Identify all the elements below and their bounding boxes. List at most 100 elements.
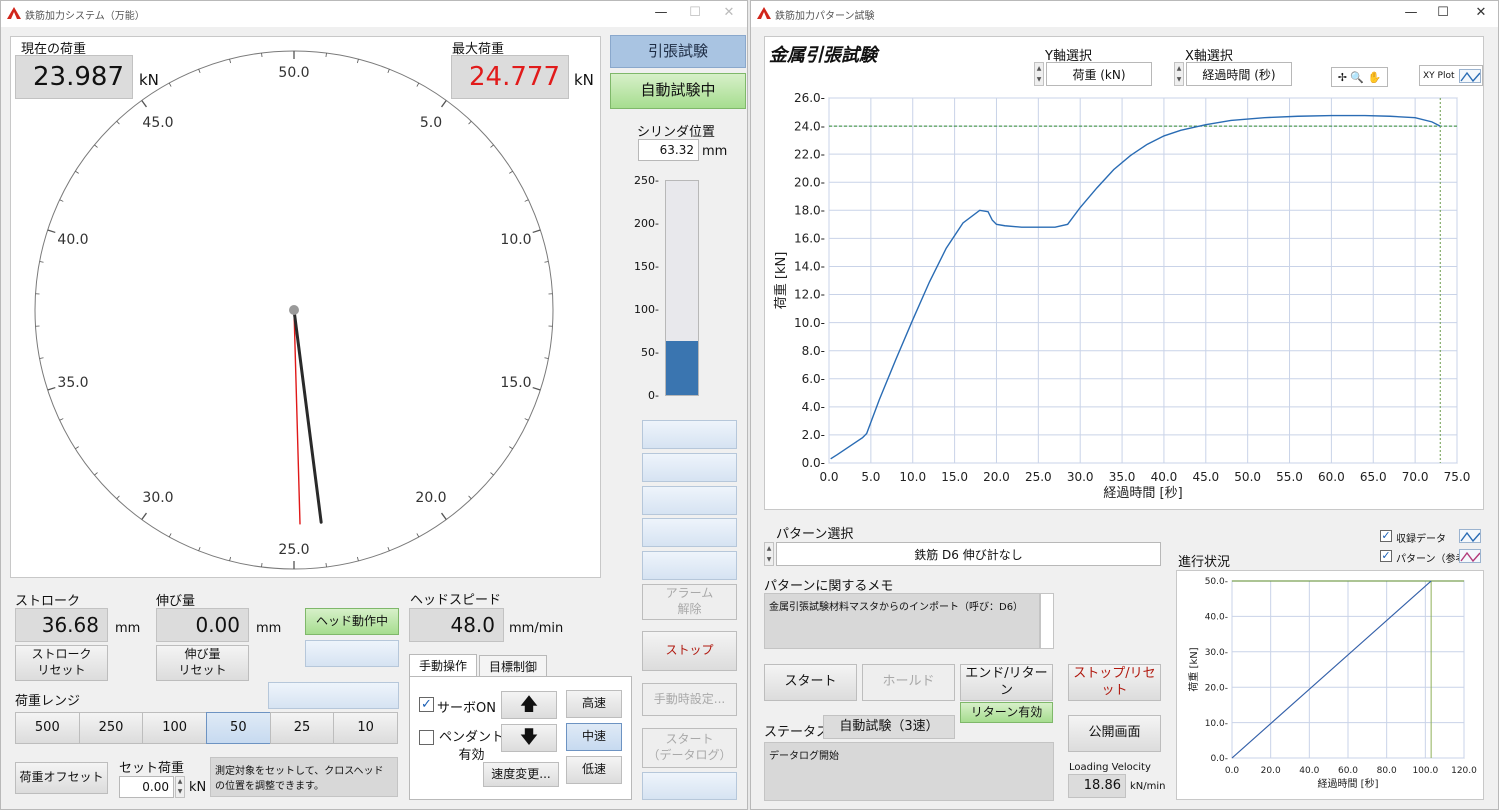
- blank-button-7[interactable]: [305, 640, 399, 667]
- set-load-spinner[interactable]: ▲ ▼: [175, 776, 185, 798]
- end-return-button[interactable]: エンド/リターン: [960, 664, 1053, 701]
- gauge-tick: [524, 199, 529, 202]
- blank-button-4[interactable]: [642, 518, 737, 547]
- speed-high-button[interactable]: 高速: [566, 690, 622, 718]
- legend-recorded-checkbox[interactable]: ✓: [1380, 530, 1392, 542]
- blank-button-3[interactable]: [642, 486, 737, 515]
- gauge-tick: [168, 82, 172, 87]
- x-tick-label: 50.0: [1234, 470, 1261, 484]
- x-tick-label: 35.0: [1109, 470, 1136, 484]
- gauge-label-top: 50.0: [278, 65, 310, 81]
- gauge-tick: [544, 261, 549, 263]
- gauge-tick: [59, 199, 64, 202]
- maximize-icon[interactable]: ☐: [1428, 4, 1458, 24]
- y-tick-label: 24.0-: [794, 119, 825, 133]
- gauge-tick: [490, 472, 494, 476]
- app-logo-icon: [7, 7, 21, 19]
- gauge-tick: [357, 59, 359, 64]
- progress-chart-panel: 0.0 20.0 40.0 60.0 80.0 100.0 120.0 0.0- 10.0- 20…: [1176, 570, 1484, 800]
- cylinder-scale-label: 250-: [634, 174, 659, 187]
- main-chart-panel: 金属引張試験 Y軸選択 ▲ ▼ 荷重 (kN) X軸選択 ▲ ▼ 経過時間 (秒) …: [764, 36, 1484, 510]
- load-offset-button[interactable]: 荷重オフセット: [15, 762, 108, 794]
- blank-button-1[interactable]: [642, 420, 737, 449]
- auto-test-button[interactable]: 自動試験中: [610, 73, 746, 109]
- pattern-select[interactable]: 鉄筋 D6 伸び計なし: [776, 542, 1161, 566]
- move-down-button[interactable]: 🡇: [501, 724, 557, 752]
- gauge-tick: [416, 82, 420, 87]
- pattern-select-spinner[interactable]: ▲ ▼: [764, 542, 774, 566]
- load-range-option-25[interactable]: 25: [269, 712, 335, 744]
- move-up-button[interactable]: 🡅: [501, 691, 557, 719]
- start-datalog-button[interactable]: スタート （データログ）: [642, 728, 737, 768]
- blank-button-8[interactable]: [268, 682, 399, 709]
- gauge-tick: [198, 546, 201, 551]
- gauge-tick: [261, 562, 263, 568]
- x-tick-label: 55.0: [1276, 470, 1303, 484]
- gauge-tick: [441, 512, 447, 520]
- cylinder-scale-label: 200-: [634, 217, 659, 230]
- load-range-option-250[interactable]: 250: [78, 712, 144, 744]
- blank-button-6[interactable]: [642, 772, 737, 800]
- elongation-reset-button[interactable]: 伸び量 リセット: [156, 645, 249, 681]
- x-tick-label: 60.0: [1318, 470, 1345, 484]
- speed-low-button[interactable]: 低速: [566, 756, 622, 784]
- stroke-reset-button[interactable]: ストローク リセット: [15, 645, 108, 681]
- gauge-label-5: 5.0: [419, 115, 443, 131]
- hold-button[interactable]: ホールド: [862, 664, 955, 701]
- left-window: 鉄筋加力システム（万能） — ☐ ✕ 現在の荷重 23.987 kN 最大荷重 …: [0, 0, 748, 810]
- pattern-memo[interactable]: 金属引張試験材料マスタからのインポート（呼び：D6）: [764, 593, 1040, 649]
- y-tick-label: 30.0-: [1205, 648, 1228, 658]
- load-range-option-500[interactable]: 500: [15, 712, 80, 744]
- x-axis-label: 経過時間 [秒]: [1103, 486, 1182, 501]
- set-load-input[interactable]: 0.00: [119, 776, 174, 798]
- close-icon[interactable]: ✕: [1466, 4, 1496, 24]
- gauge-tick: [59, 418, 64, 421]
- tab-target-control[interactable]: 目標制御: [479, 655, 547, 676]
- tab-manual-operation[interactable]: 手動操作: [409, 654, 477, 676]
- head-moving-button[interactable]: ヘッド動作中: [305, 608, 399, 635]
- blank-button-5[interactable]: [642, 551, 737, 580]
- speed-medium-button[interactable]: 中速: [566, 723, 622, 751]
- gauge-tick: [229, 59, 231, 64]
- gauge-label-35: 35.0: [57, 375, 89, 391]
- legend-pattern-checkbox[interactable]: ✓: [1380, 550, 1392, 562]
- gauge-label-15: 15.0: [500, 375, 532, 391]
- y-tick-label: 0.0-: [1210, 754, 1228, 764]
- pattern-memo-scrollbar[interactable]: [1040, 593, 1054, 649]
- minimize-icon[interactable]: —: [1396, 4, 1426, 24]
- gauge-tick: [468, 495, 472, 500]
- stop-button[interactable]: ストップ: [642, 631, 737, 671]
- return-enabled-button[interactable]: リターン有効: [960, 702, 1053, 723]
- start-button[interactable]: スタート: [764, 664, 857, 701]
- stroke-unit: mm: [115, 621, 141, 636]
- stop-reset-button[interactable]: ストップ/リセット: [1068, 664, 1161, 701]
- y-axis-label: 荷重 [kN]: [1187, 647, 1200, 691]
- close-icon[interactable]: ✕: [714, 4, 744, 24]
- public-screen-button[interactable]: 公開画面: [1068, 715, 1161, 752]
- speed-change-button[interactable]: 速度変更...: [483, 762, 559, 787]
- elongation-value: 0.00: [156, 608, 249, 642]
- load-range-option-10[interactable]: 10: [333, 712, 398, 744]
- minimize-icon[interactable]: —: [646, 4, 676, 24]
- x-axis-label: 経過時間 [秒]: [1318, 777, 1379, 790]
- right-titlebar: 鉄筋加力パターン試験 — ☐ ✕: [751, 1, 1498, 27]
- servo-on-label: サーボON: [437, 701, 496, 716]
- gauge-tick: [357, 556, 359, 561]
- x-tick-label: 0.0: [819, 470, 838, 484]
- tensile-test-button[interactable]: 引張試験: [610, 35, 746, 68]
- manual-settings-button[interactable]: 手動時設定...: [642, 683, 737, 716]
- alarm-reset-button[interactable]: アラーム 解除: [642, 584, 737, 620]
- blank-button-2[interactable]: [642, 453, 737, 482]
- gauge-tick: [141, 100, 147, 108]
- y-tick-label: 12.0-: [794, 288, 825, 302]
- pendant-checkbox[interactable]: [419, 730, 434, 745]
- servo-on-checkbox[interactable]: ✓: [419, 697, 434, 712]
- gauge-tick: [75, 170, 79, 174]
- load-range-option-50[interactable]: 50: [206, 712, 271, 744]
- load-range-option-100[interactable]: 100: [142, 712, 207, 744]
- arrow-down-icon: 🡇: [519, 727, 539, 749]
- cylinder-scale-label: 50-: [641, 346, 659, 359]
- maximize-icon[interactable]: ☐: [680, 4, 710, 24]
- gauge-tick: [47, 386, 56, 391]
- y-tick-label: 0.0-: [802, 456, 825, 470]
